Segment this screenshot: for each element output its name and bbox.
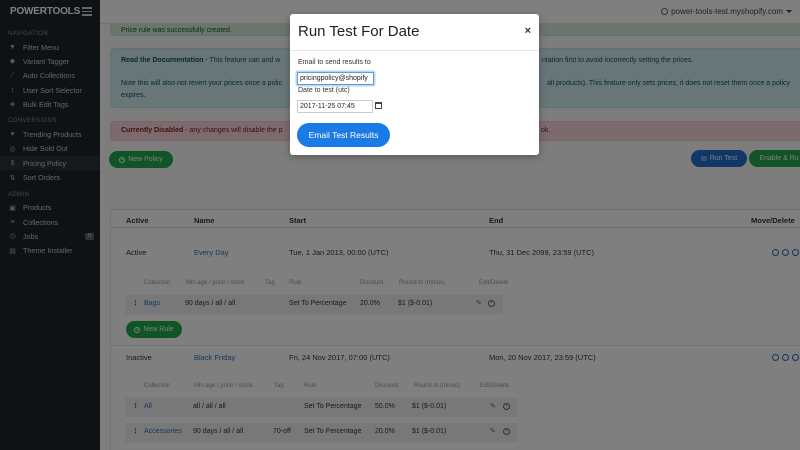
modal-header: Run Test For Date × [290, 14, 539, 51]
email-test-results-button[interactable]: Email Test Results [297, 123, 390, 147]
run-test-modal: Run Test For Date × Email to send result… [290, 14, 539, 155]
date-label: Date to test (utc) [298, 87, 350, 94]
close-icon[interactable]: × [525, 25, 531, 37]
email-label: Email to send results to [298, 59, 371, 66]
modal-title: Run Test For Date [298, 23, 420, 40]
date-field[interactable]: 2017-11-25 07:45 [297, 100, 373, 113]
email-field[interactable]: pricingpolicy@shopify [297, 72, 374, 85]
calendar-icon[interactable] [375, 102, 382, 109]
